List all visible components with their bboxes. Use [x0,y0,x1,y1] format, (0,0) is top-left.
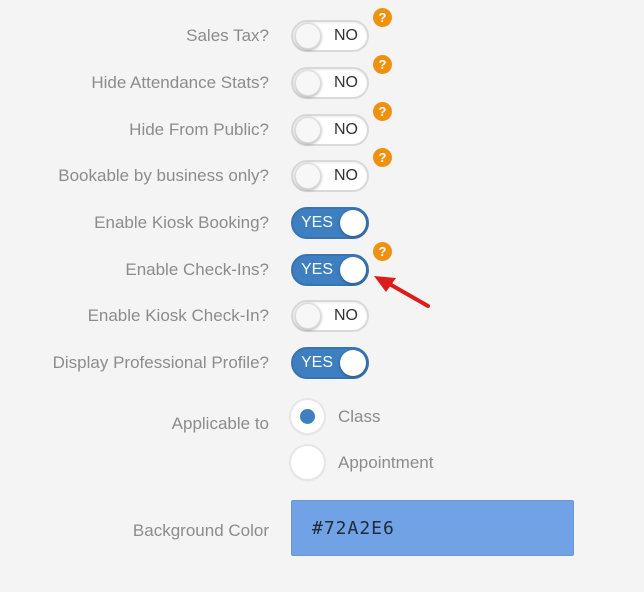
bookable-by-business-toggle[interactable]: NO [291,160,369,192]
help-icon[interactable]: ? [373,242,392,261]
radio-appointment[interactable] [291,446,324,479]
toggle-state-text: NO [334,74,358,91]
row-enable-check-ins: Enable Check-Ins? YES ? [0,242,644,290]
help-icon[interactable]: ? [373,148,392,167]
applicable-to-label: Applicable to [171,414,269,433]
row-enable-kiosk-booking: Enable Kiosk Booking? YES [0,203,644,243]
sales-tax-label: Sales Tax? [186,26,269,45]
enable-kiosk-booking-toggle[interactable]: YES [291,207,369,239]
background-color-label: Background Color [132,521,269,540]
enable-kiosk-booking-label: Enable Kiosk Booking? [94,213,269,232]
row-hide-from-public: Hide From Public? NO ? [0,102,644,150]
toggle-state-text: YES [301,261,334,278]
row-display-professional-profile: Display Professional Profile? YES [0,343,644,383]
toggle-state-text: NO [334,167,358,184]
bookable-by-business-label: Bookable by business only? [58,166,269,185]
row-bookable-by-business: Bookable by business only? NO ? [0,148,644,196]
help-icon[interactable]: ? [373,8,392,27]
help-icon[interactable]: ? [373,55,392,74]
display-professional-profile-label: Display Professional Profile? [52,353,269,372]
enable-kiosk-check-in-label: Enable Kiosk Check-In? [87,306,269,325]
enable-check-ins-label: Enable Check-Ins? [125,260,269,279]
row-enable-kiosk-check-in: Enable Kiosk Check-In? NO [0,296,644,336]
enable-kiosk-check-in-toggle[interactable]: NO [291,300,369,332]
toggle-state-text: NO [334,27,358,44]
row-sales-tax: Sales Tax? NO ? [0,8,644,56]
toggle-knob [340,350,366,376]
toggle-knob [295,70,321,96]
toggle-knob [295,23,321,49]
hide-from-public-label: Hide From Public? [129,120,269,139]
row-hide-attendance-stats: Hide Attendance Stats? NO ? [0,55,644,103]
toggle-state-text: NO [334,121,358,138]
toggle-knob [295,303,321,329]
toggle-state-text: NO [334,307,358,324]
hide-from-public-toggle[interactable]: NO [291,114,369,146]
toggle-state-text: YES [301,354,334,371]
enable-check-ins-toggle[interactable]: YES [291,254,369,286]
toggle-knob [295,117,321,143]
radio-class[interactable] [291,400,324,433]
hide-attendance-stats-toggle[interactable]: NO [291,67,369,99]
toggle-knob [295,163,321,189]
background-color-input[interactable]: #72A2E6 [291,500,574,556]
radio-selected-dot [300,409,315,424]
toggle-knob [340,210,366,236]
toggle-knob [340,257,366,283]
background-color-value: #72A2E6 [312,518,395,539]
radio-class-label[interactable]: Class [338,406,381,428]
radio-appointment-label[interactable]: Appointment [338,452,433,474]
hide-attendance-stats-label: Hide Attendance Stats? [91,73,269,92]
toggle-state-text: YES [301,214,334,231]
help-icon[interactable]: ? [373,102,392,121]
annotation-arrow-icon [374,276,430,308]
sales-tax-toggle[interactable]: NO [291,20,369,52]
display-professional-profile-toggle[interactable]: YES [291,347,369,379]
